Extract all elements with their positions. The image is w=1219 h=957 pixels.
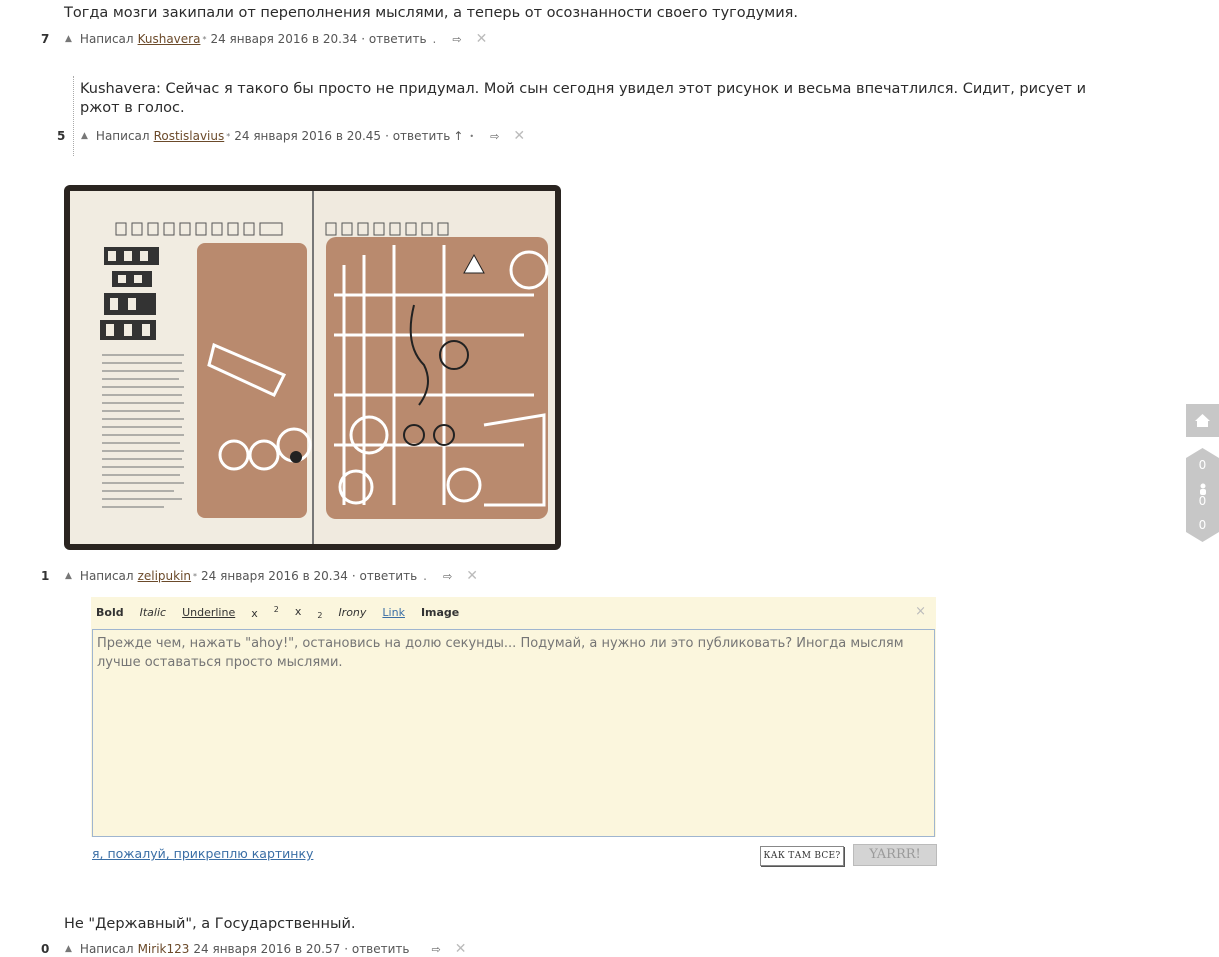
- link-button[interactable]: Link: [382, 606, 405, 619]
- comment-text: Тогда мозги закипали от переполнения мыс…: [64, 5, 798, 21]
- reply-link[interactable]: · ответить: [344, 942, 409, 956]
- reply-link[interactable]: · ответить: [361, 32, 426, 46]
- share-icon[interactable]: ⇨: [490, 130, 499, 143]
- comment-dot: .: [423, 569, 427, 583]
- written-by-label: Написал: [79, 569, 134, 583]
- vote-up-icon[interactable]: ▲: [81, 131, 88, 141]
- attach-image-link[interactable]: я, пожалуй, прикреплю картинку: [92, 846, 313, 861]
- home-button[interactable]: [1186, 404, 1219, 437]
- underline-button[interactable]: Underline: [182, 606, 235, 619]
- close-icon[interactable]: ✕: [476, 31, 488, 47]
- submit-button[interactable]: YARRR!: [853, 844, 937, 866]
- preview-button[interactable]: КАК ТАМ ВСЕ?: [760, 846, 844, 866]
- superscript-label: x: [251, 606, 258, 620]
- written-by-label: Написал: [79, 942, 134, 956]
- comment-rating: 0: [41, 942, 50, 956]
- nested-comment-bar: [73, 76, 75, 156]
- comment-meta: 7 ▲ Написал Kushavera * 24 января 2016 в…: [41, 31, 487, 47]
- close-icon[interactable]: ✕: [455, 941, 467, 957]
- home-icon: [1195, 414, 1210, 427]
- author-link[interactable]: Mirik123: [138, 942, 190, 956]
- bold-button[interactable]: Bold: [96, 606, 124, 619]
- comment-meta: 5 ▲ Написал Rostislavius * 24 января 201…: [57, 128, 525, 144]
- italic-button[interactable]: Italic: [140, 606, 166, 619]
- author-link[interactable]: Rostislavius: [154, 129, 225, 143]
- counter-panel: 0 0 0: [1186, 448, 1219, 542]
- image-button[interactable]: Image: [421, 606, 459, 619]
- editor-toolbar: Bold Italic Underline x2 x2 Irony Link I…: [96, 605, 475, 620]
- share-icon[interactable]: ⇨: [443, 570, 452, 583]
- author-marker: *: [202, 34, 207, 44]
- irony-button[interactable]: Irony: [338, 606, 366, 619]
- author-marker: *: [226, 131, 231, 141]
- author-marker: *: [193, 571, 198, 581]
- comment-rating: 1: [41, 569, 50, 583]
- parent-link-arrow[interactable]: ↑: [453, 129, 463, 143]
- comment-date: 24 января 2016 в 20.34: [201, 569, 348, 583]
- share-icon[interactable]: ⇨: [432, 943, 441, 956]
- reply-link[interactable]: · ответить: [385, 129, 450, 143]
- editor-close-icon[interactable]: ×: [915, 604, 926, 619]
- counter-top: 0: [1198, 458, 1207, 472]
- written-by-label: Написал: [95, 129, 150, 143]
- written-by-label: Написал: [79, 32, 134, 46]
- comment-meta: 1 ▲ Написал zelipukin * 24 января 2016 в…: [41, 568, 478, 584]
- close-icon[interactable]: ✕: [513, 128, 525, 144]
- comment-date: 24 января 2016 в 20.57: [193, 942, 341, 956]
- comment-rating: 7: [41, 32, 50, 46]
- vote-up-icon[interactable]: ▲: [65, 34, 72, 44]
- comment-rating: 5: [57, 129, 66, 143]
- author-link[interactable]: zelipukin: [138, 569, 191, 583]
- open-book-illustration: [64, 185, 561, 550]
- comment-date: 24 января 2016 в 20.34: [210, 32, 358, 46]
- close-icon[interactable]: ✕: [466, 568, 478, 584]
- comment-dot: •: [469, 131, 475, 141]
- author-link[interactable]: Kushavera: [138, 32, 201, 46]
- comment-image[interactable]: [64, 185, 561, 550]
- vote-up-icon[interactable]: ▲: [65, 571, 72, 581]
- comment-textarea[interactable]: [92, 629, 935, 837]
- comment-date: 24 января 2016 в 20.45: [234, 129, 382, 143]
- reply-editor: Bold Italic Underline x2 x2 Irony Link I…: [91, 597, 936, 837]
- subscript-exponent: 2: [317, 611, 323, 621]
- reply-link[interactable]: · ответить: [352, 569, 417, 583]
- subscript-button[interactable]: x2: [295, 605, 323, 620]
- comment-meta: 0 ▲ Написал Mirik123 24 января 2016 в 20…: [41, 941, 466, 957]
- counter-middle: 0: [1198, 494, 1207, 508]
- comment-text: Не "Державный", а Государственный.: [64, 916, 356, 932]
- comment-dot: .: [432, 32, 437, 46]
- subscript-label: x: [294, 605, 302, 618]
- share-icon[interactable]: ⇨: [452, 33, 461, 46]
- superscript-exponent: 2: [273, 605, 279, 615]
- counter-bottom: 0: [1198, 518, 1207, 532]
- superscript-button[interactable]: x2: [251, 605, 279, 620]
- comment-text: Kushavera: Сейчас я такого бы просто не …: [80, 81, 1086, 116]
